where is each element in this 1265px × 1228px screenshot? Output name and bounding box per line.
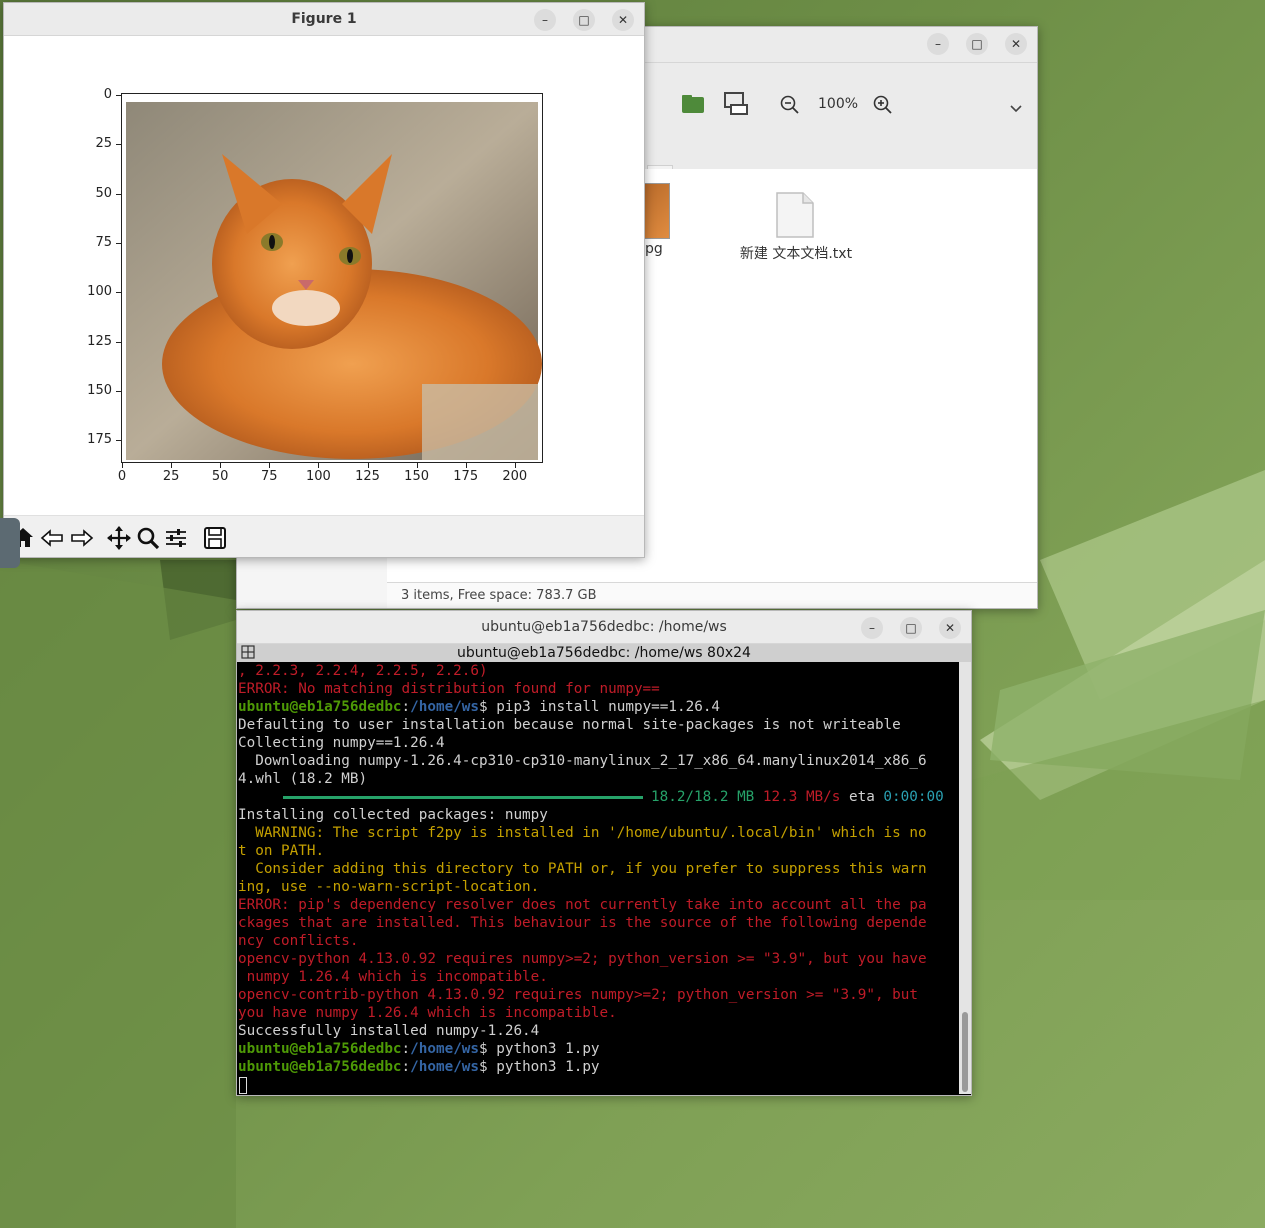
cat-image — [126, 102, 542, 460]
x-tick-mark — [122, 463, 123, 468]
x-tick-mark — [269, 463, 271, 468]
figure-window: Figure 1 – □ ✕ 0 25 50 75 100 125 150 17… — [3, 2, 645, 558]
x-tick-mark — [367, 463, 369, 468]
y-tick-mark — [116, 144, 121, 146]
x-tick-label: 175 — [453, 469, 479, 484]
image-file-thumbnail[interactable] — [643, 183, 670, 239]
zoom-in-icon[interactable] — [873, 95, 893, 115]
progress-line: 18.2/18.2 MB 12.3 MB/s eta 0:00:00 — [238, 788, 944, 806]
terminal-prompt-line: ubuntu@eb1a756dedbc:/home/ws$ python3 1.… — [238, 1041, 600, 1057]
terminal-line: ERROR: No matching distribution found fo… — [238, 681, 660, 697]
y-tick-label: 50 — [95, 185, 112, 201]
image-file-label[interactable]: pg — [645, 241, 663, 257]
terminal-scrollbar[interactable] — [959, 662, 971, 1094]
y-tick-mark — [116, 440, 121, 442]
x-tick-label: 150 — [404, 469, 430, 484]
x-tick-label: 75 — [261, 469, 278, 484]
text-file-icon[interactable] — [775, 191, 815, 239]
x-tick-label: 125 — [355, 469, 380, 484]
maximize-button[interactable]: □ — [573, 9, 595, 31]
y-tick-label: 125 — [87, 333, 112, 349]
terminal-tab[interactable]: ubuntu@eb1a756dedbc: /home/ws 80x24 — [237, 644, 971, 662]
zoom-icon[interactable] — [135, 525, 161, 551]
terminal-window: ubuntu@eb1a756dedbc: /home/ws – □ ✕ ubun… — [236, 610, 972, 1096]
x-tick-label: 25 — [162, 469, 180, 484]
x-tick-mark — [171, 463, 173, 468]
y-tick-label: 25 — [95, 136, 112, 152]
text-file-label[interactable]: 新建 文本文档.txt — [737, 243, 855, 263]
close-button[interactable]: ✕ — [1005, 33, 1027, 55]
terminal-line: Downloading numpy-1.26.4-cp310-cp310-man… — [238, 753, 927, 769]
minimize-button[interactable]: – — [861, 617, 883, 639]
forward-arrow-icon[interactable] — [69, 525, 95, 551]
save-icon[interactable] — [202, 525, 228, 551]
scrollbar-thumb[interactable] — [962, 1012, 968, 1092]
terminal-line: t on PATH. — [238, 843, 325, 859]
terminal-line: Consider adding this directory to PATH o… — [238, 861, 927, 877]
terminal-line: ERROR: pip's dependency resolver does no… — [238, 897, 927, 913]
figure-titlebar: Figure 1 – □ ✕ — [4, 3, 644, 36]
terminal-line: opencv-python 4.13.0.92 requires numpy>=… — [238, 951, 927, 967]
x-tick-label: 0 — [117, 469, 127, 484]
split-icon[interactable] — [241, 645, 255, 659]
terminal-line: , 2.2.3, 2.2.4, 2.2.5, 2.2.6) — [238, 663, 488, 679]
zoom-out-icon[interactable] — [780, 95, 800, 115]
y-tick-label: 100 — [87, 284, 112, 300]
y-tick-mark — [116, 95, 121, 96]
plot-axes — [121, 93, 543, 463]
terminal-line: numpy 1.26.4 which is incompatible. — [238, 969, 548, 985]
cursor — [239, 1077, 247, 1094]
minimize-button[interactable]: – — [927, 33, 949, 55]
computer-icon[interactable] — [723, 91, 749, 117]
figure-toolbar — [4, 515, 644, 557]
maximize-button[interactable]: □ — [900, 617, 922, 639]
terminal-prompt-line: ubuntu@eb1a756dedbc:/home/ws$ pip3 insta… — [238, 699, 721, 715]
chevron-down-icon[interactable] — [1009, 99, 1023, 113]
pan-icon[interactable] — [106, 525, 132, 551]
new-folder-icon[interactable] — [681, 93, 705, 115]
y-tick-mark — [116, 341, 121, 343]
y-tick-mark — [116, 292, 121, 294]
y-tick-mark — [116, 390, 121, 392]
terminal-line: ckages that are installed. This behaviou… — [238, 915, 927, 931]
y-tick-mark — [116, 242, 121, 244]
y-tick-mark — [116, 193, 121, 195]
dock-handle[interactable] — [0, 518, 20, 568]
x-tick-mark — [416, 463, 418, 468]
x-tick-mark — [220, 463, 222, 468]
tab-title: ubuntu@eb1a756dedbc: /home/ws 80x24 — [457, 645, 751, 661]
y-tick-label: 0 — [103, 87, 112, 102]
zoom-level: 100% — [818, 96, 859, 112]
progress-bar — [283, 796, 643, 799]
terminal-line: you have numpy 1.26.4 which is incompati… — [238, 1005, 617, 1021]
terminal-prompt-line: ubuntu@eb1a756dedbc:/home/ws$ python3 1.… — [238, 1059, 600, 1075]
terminal-screen[interactable]: , 2.2.3, 2.2.4, 2.2.5, 2.2.6) ERROR: No … — [238, 662, 959, 1094]
terminal-line: WARNING: The script f2py is installed in… — [238, 825, 927, 841]
x-tick-mark — [514, 463, 516, 468]
y-tick-label: 175 — [87, 432, 112, 448]
terminal-line: Installing collected packages: numpy — [238, 807, 548, 823]
y-tick-label: 150 — [87, 382, 112, 398]
terminal-line: Defaulting to user installation because … — [238, 717, 901, 733]
x-tick-mark — [465, 463, 467, 468]
minimize-button[interactable]: – — [534, 9, 556, 31]
files-statusbar: 3 items, Free space: 783.7 GB — [387, 582, 1037, 608]
x-tick-label: 100 — [305, 469, 331, 484]
terminal-line: Successfully installed numpy-1.26.4 — [238, 1023, 540, 1039]
terminal-titlebar: ubuntu@eb1a756dedbc: /home/ws – □ ✕ — [237, 611, 971, 644]
y-tick-label: 75 — [95, 234, 112, 250]
x-tick-label: 50 — [211, 469, 229, 484]
terminal-line: opencv-contrib-python 4.13.0.92 requires… — [238, 987, 918, 1003]
close-button[interactable]: ✕ — [939, 617, 961, 639]
terminal-line: ing, use --no-warn-script-location. — [238, 879, 540, 895]
configure-subplots-icon[interactable] — [163, 525, 189, 551]
maximize-button[interactable]: □ — [966, 33, 988, 55]
x-tick-label: 200 — [502, 469, 528, 484]
terminal-line: 4.whl (18.2 MB) — [238, 771, 368, 787]
back-arrow-icon[interactable] — [39, 525, 65, 551]
terminal-line: ncy conflicts. — [238, 933, 359, 949]
close-button[interactable]: ✕ — [612, 9, 634, 31]
x-tick-mark — [318, 463, 320, 468]
terminal-line: Collecting numpy==1.26.4 — [238, 735, 445, 751]
